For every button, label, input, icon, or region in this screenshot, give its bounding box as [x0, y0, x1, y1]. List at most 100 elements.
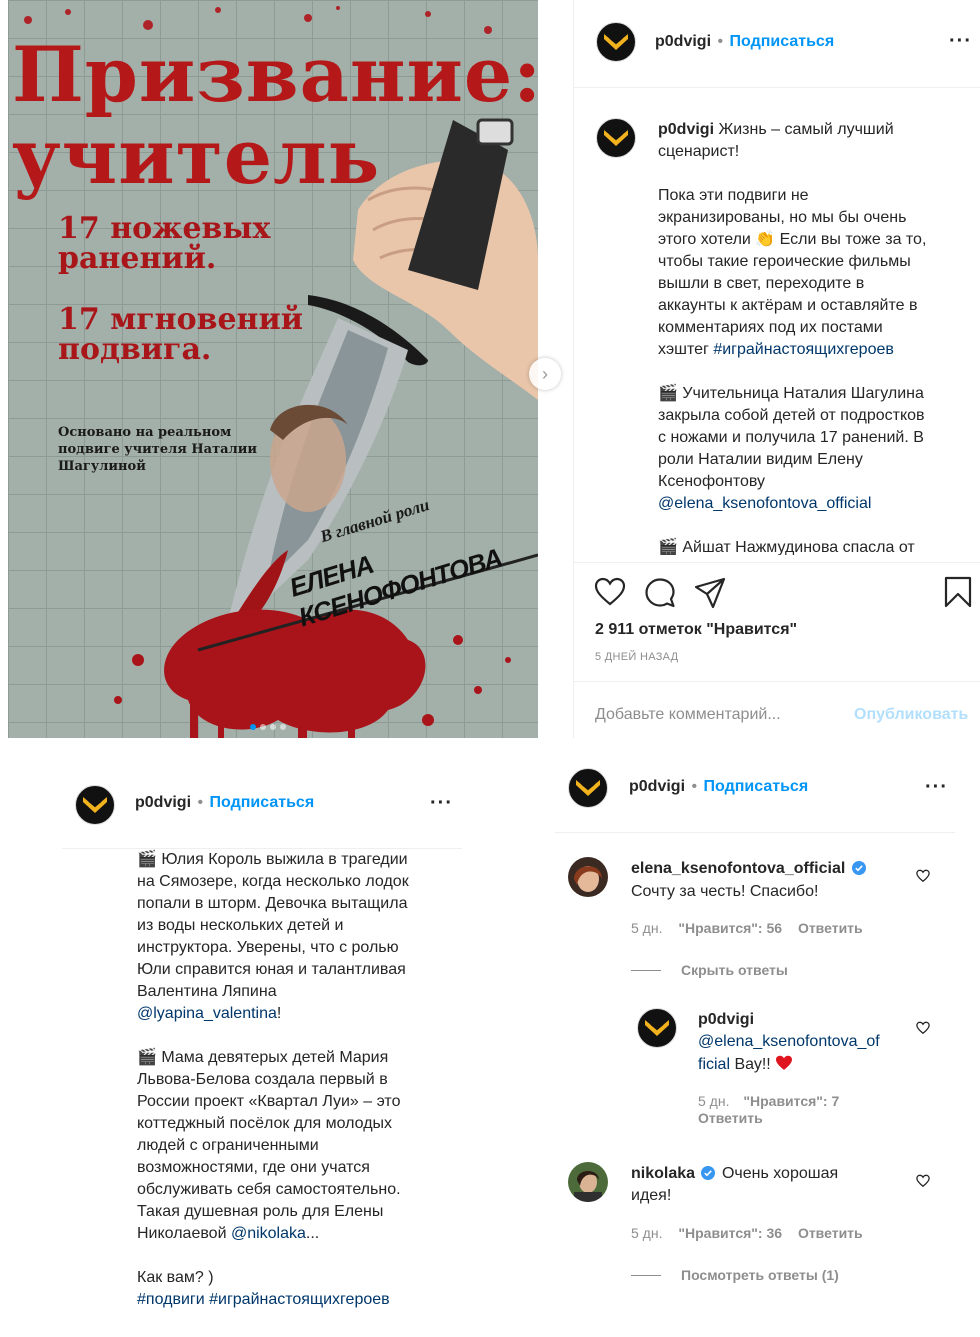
caption-line: @lyapina_valentina!: [137, 1003, 467, 1025]
comment-like-icon[interactable]: [916, 869, 930, 883]
avatar[interactable]: [568, 1162, 608, 1202]
caption-line: сценарист!: [658, 141, 968, 163]
caption-line: роли Наталии видим Елену: [658, 449, 968, 471]
follow-button[interactable]: Подписаться: [704, 778, 809, 795]
reply-username[interactable]: p0dvigi: [698, 1011, 754, 1029]
caption-text: закрыла собой детей от подростков: [658, 407, 925, 424]
caption-line: 🎬 Айшат Нажмудинова спасла от: [658, 537, 968, 555]
avatar[interactable]: [596, 22, 636, 62]
caption-line: возможностями, где они учатся: [137, 1157, 467, 1179]
red-heart-icon: [776, 1055, 793, 1070]
more-options-icon[interactable]: ···: [430, 792, 453, 815]
poster-based-on: Основано на реальном подвиге учителя Нат…: [58, 425, 258, 474]
reply-mention[interactable]: @elena_ksenofontova_of: [698, 1033, 880, 1051]
divider: [574, 681, 980, 682]
caption-link[interactable]: #играйнастоящихгероев: [713, 341, 894, 358]
comment-like-icon[interactable]: [916, 1174, 930, 1188]
caption-text: на Сямозере, когда несколько лодок: [137, 873, 409, 890]
comment-time[interactable]: 5 дн.: [698, 1093, 729, 1109]
caption-text: Львова-Белова создала первый в: [137, 1071, 388, 1088]
caption-link[interactable]: @elena_ksenofontova_official: [658, 495, 871, 512]
caption-text: 🎬 Юлия Король выжила в трагедии: [137, 851, 408, 868]
avatar[interactable]: [637, 1008, 677, 1048]
avatar[interactable]: [568, 768, 608, 808]
separator: •: [197, 794, 204, 811]
poster-tagline-2: 17 мгновений подвига.: [58, 302, 303, 367]
reply-mention-end[interactable]: ficial: [698, 1056, 730, 1073]
more-options-icon[interactable]: ···: [925, 776, 948, 799]
caption-text: комментариях под их постами: [658, 319, 883, 336]
comment-time[interactable]: 5 дн.: [631, 1225, 662, 1241]
caption-text: этого хотели 👏 Если вы тоже за то,: [658, 231, 927, 248]
caption-line: 🎬 Учительница Наталия Шагулина: [658, 383, 968, 405]
post-username[interactable]: p0dvigi: [655, 33, 711, 50]
like-heart-icon[interactable]: [594, 577, 626, 607]
post-username[interactable]: p0dvigi: [629, 778, 685, 795]
caption-line: Юли справится юная и талантливая: [137, 959, 467, 981]
likes-count[interactable]: 2 911 отметок "Нравится": [595, 621, 797, 639]
comment-text: Сочту за честь! Спасибо!: [631, 883, 819, 900]
comment-like-icon[interactable]: [916, 1021, 930, 1035]
caption-link[interactable]: @nikolaka: [231, 1225, 306, 1242]
carousel-dot: [250, 724, 256, 730]
caption-text: Пока эти подвиги не: [658, 187, 809, 204]
comment-input[interactable]: Добавьте комментарий...: [595, 706, 781, 724]
caption-text: из воды нескольких детей и: [137, 917, 344, 934]
comment-likes[interactable]: "Нравится": 36: [678, 1225, 782, 1241]
caption-line: людей с ограниченными: [137, 1135, 467, 1157]
caption-line: аккаунты к актёрам и оставляйте в: [658, 295, 968, 317]
view-replies-button[interactable]: Посмотреть ответы (1): [681, 1267, 839, 1283]
caption-text: Ксенофонтову: [658, 473, 766, 490]
logo-icon: [576, 780, 600, 796]
share-icon[interactable]: [694, 577, 726, 609]
carousel-dot: [260, 724, 266, 730]
divider: [631, 1275, 661, 1276]
comment-icon[interactable]: [644, 577, 676, 609]
reply-button[interactable]: Ответить: [798, 1225, 863, 1241]
comment-username[interactable]: elena_ksenofontova_official: [631, 860, 845, 877]
caption-line: на Сямозере, когда несколько лодок: [137, 871, 467, 893]
carousel-dot: [280, 724, 286, 730]
avatar[interactable]: [596, 118, 636, 158]
caption-line: Львова-Белова создала первый в: [137, 1069, 467, 1091]
caption-link[interactable]: #подвиги #играйнастоящихгероев: [137, 1291, 390, 1308]
post-username[interactable]: p0dvigi: [135, 794, 191, 811]
caption-text: обслуживать себя самостоятельно.: [137, 1181, 401, 1198]
user-photo: [568, 1162, 608, 1202]
caption-text: возможностями, где они учатся: [137, 1159, 370, 1176]
caption-continuation: 🎬 Юлия Король выжила в трагедии на Сямозе…: [137, 849, 467, 1311]
comment-likes[interactable]: "Нравится": 56: [678, 920, 782, 936]
post-header: [596, 22, 636, 62]
post-date[interactable]: 5 ДНЕЙ НАЗАД: [595, 651, 678, 663]
comment-username[interactable]: nikolaka: [631, 1165, 695, 1182]
comment-likes[interactable]: "Нравится": 7: [743, 1093, 839, 1109]
avatar[interactable]: [75, 785, 115, 825]
hide-replies-button[interactable]: Скрыть ответы: [681, 962, 788, 978]
post-image[interactable]: Призвание: учитель 17 ножевых ранений. 1…: [8, 0, 538, 738]
caption-text: вышли в свет, переходите в: [658, 275, 865, 292]
follow-button[interactable]: Подписаться: [730, 33, 835, 50]
divider: [574, 87, 980, 88]
caption-text: с ножами и получила 17 ранений. В: [658, 429, 924, 446]
caption-text: ...: [305, 1225, 320, 1242]
caption-line: чтобы такие героические фильмы: [658, 251, 968, 273]
carousel-next-button[interactable]: ›: [529, 358, 561, 390]
comment-time[interactable]: 5 дн.: [631, 920, 662, 936]
logo-icon: [645, 1020, 669, 1036]
caption-username[interactable]: p0dvigi: [658, 121, 714, 138]
caption-line: Такая душевная роль для Елены: [137, 1201, 467, 1223]
reply-button[interactable]: Ответить: [698, 1110, 763, 1126]
caption-link[interactable]: @lyapina_valentina: [137, 1005, 277, 1022]
caption-text: людей с ограниченными: [137, 1137, 319, 1154]
caption-text: попали в шторм. Девочка вытащила: [137, 895, 408, 912]
caption-line: хэштег #играйнастоящихгероев: [658, 339, 968, 361]
caption-text: хэштег: [658, 341, 714, 358]
bookmark-icon[interactable]: [944, 576, 972, 608]
caption-line: #подвиги #играйнастоящихгероев: [137, 1289, 467, 1311]
avatar[interactable]: [568, 857, 608, 897]
follow-button[interactable]: Подписаться: [210, 794, 315, 811]
more-options-icon[interactable]: ···: [949, 30, 972, 53]
publish-button[interactable]: Опубликовать: [854, 706, 968, 724]
comment-text-cont: идея!: [631, 1187, 672, 1204]
reply-button[interactable]: Ответить: [798, 920, 863, 936]
